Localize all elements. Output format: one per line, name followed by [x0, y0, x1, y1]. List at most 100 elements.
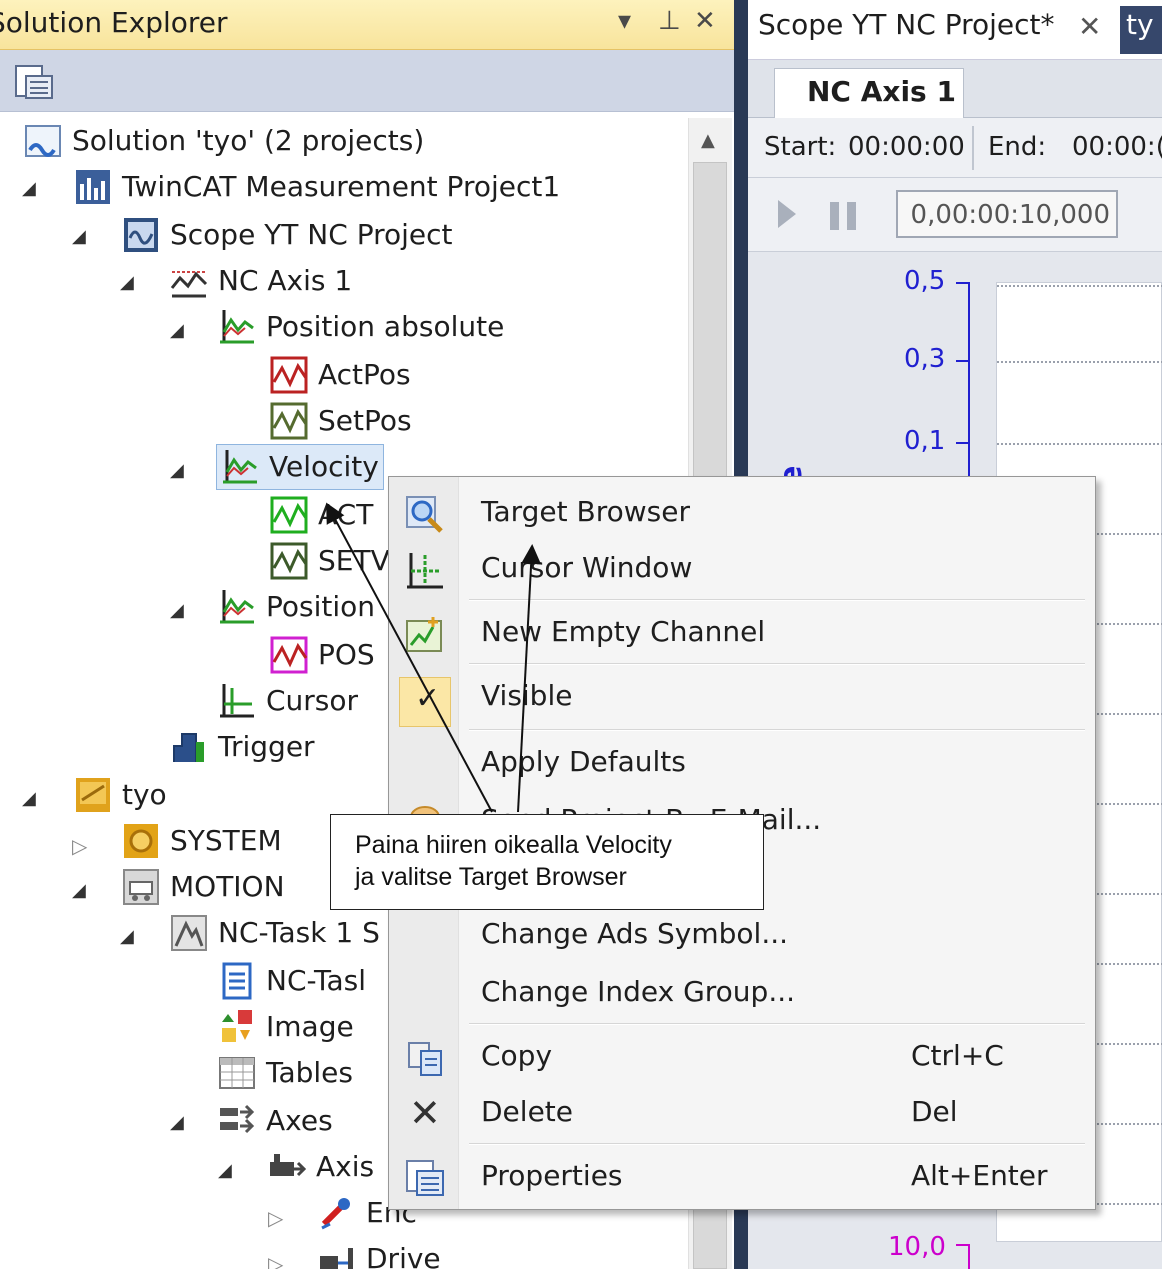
axis-icon [223, 450, 257, 484]
menu-item-properties[interactable]: Properties Alt+Enter [389, 1151, 1095, 1207]
divider [972, 126, 974, 170]
collapse-arrow-icon[interactable]: ◢ [22, 178, 36, 199]
y-tick-mark [956, 442, 970, 444]
pause-icon[interactable] [830, 202, 856, 230]
trigger-icon [173, 733, 204, 762]
tree-item-drive[interactable]: Drive [318, 1236, 441, 1269]
tree-item-nc-task-1[interactable]: NC-Task 1 S [170, 910, 380, 956]
collapse-arrow-icon[interactable]: ◢ [170, 1112, 184, 1133]
system-icon [124, 824, 158, 858]
tree-item-image[interactable]: Image [218, 1004, 354, 1050]
tree-item-tables[interactable]: Tables [218, 1050, 353, 1096]
y-axis-line [968, 282, 970, 482]
menu-item-copy[interactable]: Copy Ctrl+C [389, 1031, 1095, 1087]
expand-arrow-icon[interactable]: ▷ [72, 834, 87, 858]
tree-item-setv[interactable]: SETV [270, 538, 390, 584]
nc-task-info-icon [222, 962, 252, 1000]
image-icon [222, 1010, 252, 1042]
collapse-arrow-icon[interactable]: ◢ [72, 226, 86, 247]
chart-icon [170, 271, 208, 298]
motion-icon [123, 869, 159, 905]
properties-toolbar-icon[interactable] [14, 62, 54, 102]
collapse-arrow-icon[interactable]: ◢ [170, 320, 184, 341]
scroll-up-arrow-icon[interactable]: ▲ [701, 130, 715, 151]
channel-icon [270, 542, 308, 580]
start-label: Start: [764, 132, 837, 162]
tree-item-axis[interactable]: Axis [268, 1144, 374, 1190]
menu-item-change-ads-symbol[interactable]: Change Ads Symbol... [389, 909, 1095, 965]
y-tick-label: 0,5 [904, 266, 946, 296]
solution-explorer-toolbar [0, 50, 734, 112]
drive-icon [320, 1248, 353, 1269]
collapse-arrow-icon[interactable]: ◢ [22, 788, 36, 809]
tree-item-trigger[interactable]: Trigger [170, 724, 315, 770]
gridline [997, 361, 1162, 363]
channel-icon [270, 496, 308, 534]
tab-nc-axis-1[interactable]: NC Axis 1 [774, 68, 964, 118]
menu-item-cursor-window[interactable]: Cursor Window [389, 543, 1095, 599]
tree-item-axes[interactable]: Axes [218, 1098, 333, 1144]
tree-item-nc-task-info[interactable]: NC-Tasl [218, 958, 366, 1004]
collapse-arrow-icon[interactable]: ◢ [218, 1160, 232, 1181]
menu-item-change-index-group[interactable]: Change Index Group... [389, 967, 1095, 1023]
tree-item-pos[interactable]: POS [270, 632, 375, 678]
channel-icon [270, 356, 308, 394]
collapse-arrow-icon[interactable]: ◢ [120, 272, 134, 293]
y-tick-label: 0,1 [904, 426, 946, 456]
collapse-arrow-icon[interactable]: ◢ [170, 600, 184, 621]
check-icon: ✓ [415, 681, 441, 716]
copy-icon [408, 1042, 442, 1076]
tables-icon [219, 1057, 255, 1089]
callout-line-2: ja valitse Target Browser [355, 863, 627, 891]
collapse-arrow-icon[interactable]: ◢ [120, 926, 134, 947]
scope-control-bar: 0,00:00:10,000 [748, 178, 1162, 252]
auto-hide-pin-button[interactable]: ⊥ [658, 6, 681, 36]
axis-item-icon [270, 1154, 306, 1177]
expand-arrow-icon[interactable]: ▷ [268, 1206, 283, 1230]
menu-separator [469, 599, 1085, 601]
menu-item-new-empty-channel[interactable]: New Empty Channel [389, 607, 1095, 663]
tree-item-position-absolute[interactable]: Position absolute [218, 304, 504, 350]
expand-arrow-icon[interactable]: ▷ [268, 1252, 283, 1269]
start-time-value: 00:00:00 [848, 132, 965, 162]
cursor-icon [220, 684, 254, 718]
tree-item-solution[interactable]: Solution 'tyo' (2 projects) [24, 118, 424, 164]
menu-item-target-browser[interactable]: Target Browser [389, 487, 1095, 543]
menu-item-apply-defaults[interactable]: Apply Defaults [389, 737, 1095, 793]
document-tab-scope-project[interactable]: Scope YT NC Project* ✕ [748, 0, 1162, 60]
menu-separator [469, 1143, 1085, 1145]
encoder-icon [321, 1198, 350, 1230]
twincat-project-icon [76, 778, 110, 812]
close-tab-icon[interactable]: ✕ [1078, 10, 1101, 43]
play-icon[interactable] [778, 200, 796, 228]
axis-icon [220, 310, 254, 344]
tree-item-system[interactable]: SYSTEM [122, 818, 282, 864]
delete-icon: ✕ [409, 1091, 441, 1135]
menu-separator [469, 1023, 1085, 1025]
collapse-arrow-icon[interactable]: ◢ [170, 460, 184, 481]
menu-item-delete[interactable]: ✕ Delete Del [389, 1087, 1095, 1143]
tree-item-actpos[interactable]: ActPos [270, 352, 411, 398]
window-position-dropdown[interactable]: ▾ [618, 6, 631, 36]
tree-item-motion[interactable]: MOTION [122, 864, 285, 910]
document-tab-second[interactable]: ty [1120, 6, 1162, 54]
close-panel-button[interactable]: ✕ [694, 6, 716, 36]
time-range-bar: Start: 00:00:00 End: 00:00:( [748, 118, 1162, 178]
gridline [997, 285, 1162, 287]
tree-item-position[interactable]: Position [218, 584, 375, 630]
annotation-callout: Paina hiiren oikealla Velocity ja valits… [330, 814, 764, 910]
tree-item-scope-project[interactable]: Scope YT NC Project [122, 212, 453, 258]
duration-field[interactable]: 0,00:00:10,000 [896, 190, 1118, 238]
collapse-arrow-icon[interactable]: ◢ [72, 880, 86, 901]
gridline [997, 443, 1162, 445]
menu-item-visible[interactable]: ✓ Visible [389, 671, 1095, 727]
tree-item-act[interactable]: ACT [270, 492, 373, 538]
y-tick-mark [956, 282, 970, 284]
tree-item-setpos[interactable]: SetPos [270, 398, 412, 444]
document-tab-title: Scope YT NC Project* [758, 8, 1055, 41]
tree-item-velocity[interactable]: Velocity [216, 444, 384, 490]
tree-item-cursor[interactable]: Cursor [218, 678, 358, 724]
tree-item-nc-axis-1[interactable]: NC Axis 1 [170, 258, 352, 304]
tree-item-tyo[interactable]: tyo [74, 772, 167, 818]
tree-item-measurement-project[interactable]: TwinCAT Measurement Project1 [74, 164, 560, 210]
